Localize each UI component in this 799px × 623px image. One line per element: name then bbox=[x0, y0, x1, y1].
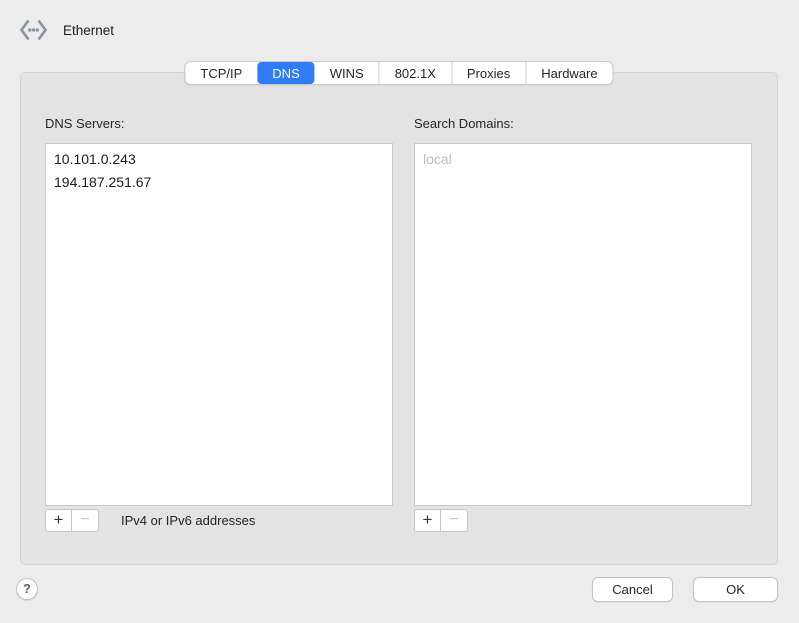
tab-proxies[interactable]: Proxies bbox=[452, 62, 527, 84]
tab-8021x[interactable]: 802.1X bbox=[380, 62, 452, 84]
tab-hardware[interactable]: Hardware bbox=[526, 62, 612, 84]
dns-add-button[interactable]: + bbox=[45, 509, 72, 532]
dns-list-controls: + − IPv4 or IPv6 addresses bbox=[45, 509, 255, 532]
search-domain-placeholder: local bbox=[423, 151, 452, 167]
search-domains-controls: + − bbox=[414, 509, 468, 532]
tab-dns[interactable]: DNS bbox=[257, 62, 315, 84]
dns-servers-list[interactable]: 10.101.0.243 194.187.251.67 bbox=[45, 143, 393, 506]
header: Ethernet bbox=[17, 16, 114, 44]
help-button[interactable]: ? bbox=[16, 578, 38, 600]
search-domain-remove-button[interactable]: − bbox=[441, 509, 468, 532]
ethernet-icon bbox=[17, 16, 50, 44]
cancel-button[interactable]: Cancel bbox=[592, 577, 673, 602]
page-title: Ethernet bbox=[63, 22, 115, 38]
search-domain-add-button[interactable]: + bbox=[414, 509, 441, 532]
ok-button[interactable]: OK bbox=[693, 577, 778, 602]
ethernet-dns-window: Ethernet TCP/IP DNS WINS 802.1X Proxies … bbox=[0, 0, 799, 623]
tab-wins[interactable]: WINS bbox=[315, 62, 380, 84]
settings-panel: TCP/IP DNS WINS 802.1X Proxies Hardware … bbox=[20, 61, 778, 565]
search-domains-list[interactable]: local bbox=[414, 143, 752, 506]
dns-server-entry[interactable]: 10.101.0.243 bbox=[46, 148, 392, 171]
dns-servers-label: DNS Servers: bbox=[45, 116, 125, 131]
dns-remove-button[interactable]: − bbox=[72, 509, 99, 532]
tab-bar: TCP/IP DNS WINS 802.1X Proxies Hardware bbox=[184, 61, 614, 85]
search-domains-label: Search Domains: bbox=[414, 116, 514, 131]
tab-tcpip[interactable]: TCP/IP bbox=[185, 62, 257, 84]
dns-hint-text: IPv4 or IPv6 addresses bbox=[121, 513, 256, 528]
dns-server-entry[interactable]: 194.187.251.67 bbox=[46, 171, 392, 194]
